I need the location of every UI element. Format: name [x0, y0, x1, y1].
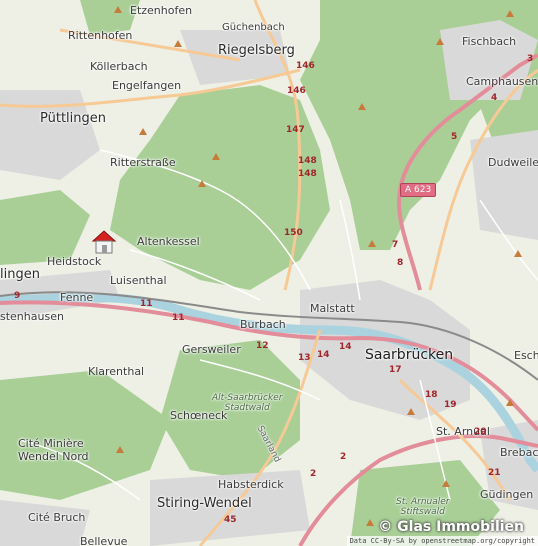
map-background [0, 0, 538, 546]
place-etzenhofen: Etzenhofen [130, 4, 193, 17]
road-number-146a: 146 [296, 61, 315, 71]
road-number-12: 12 [256, 341, 269, 351]
place-gersweiler: Gersweiler [182, 343, 241, 356]
place-klarenthal: Klarenthal [88, 365, 145, 378]
place-stiring-wendel: Stiring-Wendel [157, 496, 252, 511]
place-burbach: Burbach [240, 318, 286, 331]
road-number-7: 7 [392, 240, 399, 250]
place-lingen: lingen [0, 267, 40, 282]
road-number-148a: 148 [298, 156, 317, 166]
road-number-18: 18 [425, 390, 438, 400]
place-cite-miniere: Cité Minière Wendel Nord [18, 437, 89, 463]
road-number-19: 19 [444, 400, 457, 410]
road-number-45: 45 [224, 515, 237, 525]
place-brebach: Brebach [500, 446, 538, 459]
house-icon[interactable] [89, 227, 119, 257]
road-number-2a: 2 [340, 452, 347, 462]
place-habsterdick: Habsterdick [218, 478, 284, 491]
road-number-150: 150 [284, 228, 303, 238]
road-number-9: 9 [14, 291, 21, 301]
road-number-5: 5 [451, 132, 458, 142]
road-number-8: 8 [397, 258, 404, 268]
road-number-147: 147 [286, 125, 305, 135]
place-ritterstrasse: Ritterstraße [110, 156, 176, 169]
place-gudingen: Güdingen [480, 488, 534, 501]
place-altenkessel: Altenkessel [137, 235, 200, 248]
road-number-14b: 14 [339, 342, 352, 352]
place-koellerbach: Köllerbach [90, 60, 148, 73]
road-number-3: 3 [527, 54, 534, 64]
place-heidstock: Heidstock [47, 255, 102, 268]
road-number-13: 13 [298, 353, 311, 363]
forest-st-arnualer: St. Arnualer Stiftswald [396, 497, 450, 518]
place-riegelsberg: Riegelsberg [218, 43, 295, 58]
road-number-4: 4 [491, 93, 498, 103]
place-malstatt: Malstatt [310, 302, 355, 315]
place-dudweiler: Dudweiler [488, 156, 538, 169]
place-schoeneck: Schœneck [170, 409, 228, 422]
place-guechenbach: Güchenbach [222, 22, 285, 33]
road-number-21: 21 [488, 468, 501, 478]
place-fischbach: Fischbach [462, 35, 517, 48]
place-esch: Esch [514, 349, 538, 362]
attribution-link[interactable]: Data CC-By-SA by openstreetmap.org/copyr… [346, 536, 538, 546]
place-stenhausen: stenhausen [0, 310, 64, 323]
place-camphausen: Camphausen [466, 75, 538, 88]
place-engelfangen: Engelfangen [112, 79, 182, 92]
road-number-146b: 146 [287, 86, 306, 96]
road-number-14a: 14 [317, 350, 330, 360]
watermark: © Glas Immobilien [378, 519, 524, 535]
road-number-2b: 2 [310, 469, 317, 479]
road-number-148b: 148 [298, 169, 317, 179]
map-canvas[interactable]: Etzenhofen Güchenbach Riegelsberg Fischb… [0, 0, 538, 546]
road-number-11a: 11 [140, 299, 153, 309]
place-rittenhofen: Rittenhofen [68, 29, 133, 42]
place-bellevue: Bellevue [80, 535, 128, 546]
place-cite-bruch: Cité Bruch [28, 511, 86, 524]
motorway-shield-a623: A 623 [400, 183, 437, 197]
place-saarbruecken: Saarbrücken [365, 347, 454, 363]
road-number-11b: 11 [172, 313, 185, 323]
place-puettlingen: Püttlingen [40, 111, 106, 126]
road-number-20: 20 [474, 427, 487, 437]
place-luisenthal: Luisenthal [110, 274, 167, 287]
place-fenne: Fenne [60, 291, 94, 304]
road-number-17: 17 [389, 365, 402, 375]
